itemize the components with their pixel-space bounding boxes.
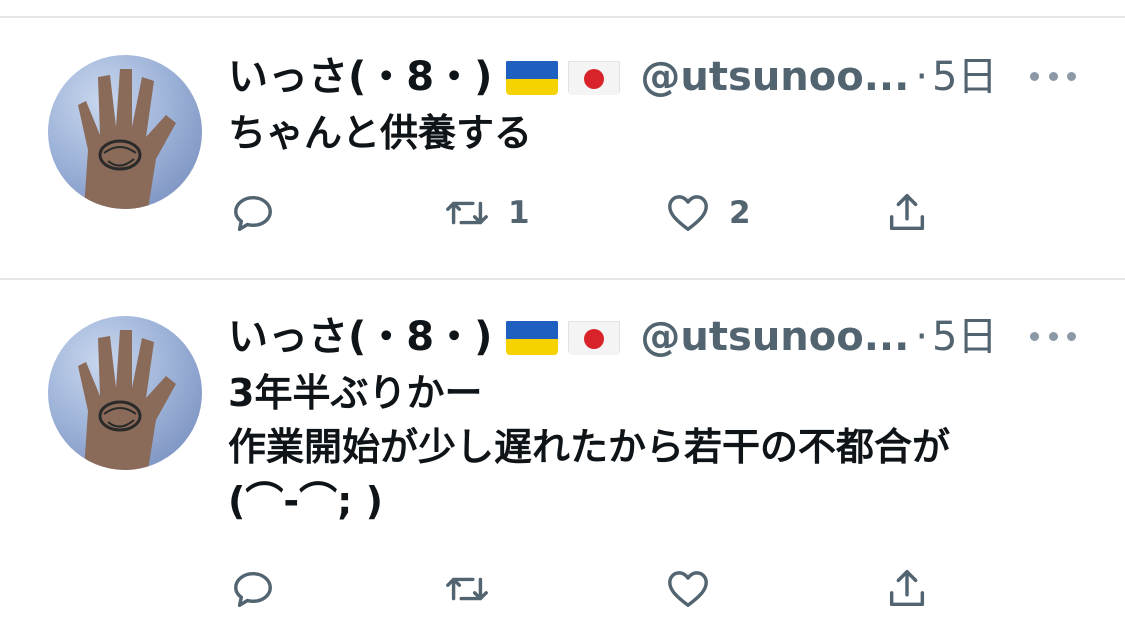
avatar-hand-image [78,330,176,470]
tweet-text-line: 3年半ぶりかー [228,371,483,415]
tweet-header: いっさ(・8・) @utsunoo... · 5日 [228,312,997,362]
display-name[interactable]: いっさ(・8・) [228,312,492,362]
japan-flag-icon [568,319,621,355]
retweet-icon [446,201,488,225]
handle[interactable]: @utsunoo... [640,312,909,362]
retweet-button[interactable] [444,566,508,612]
handle[interactable]: @utsunoo... [640,52,909,102]
like-button[interactable]: 2 [665,190,751,236]
tweet-text-line: (⌒-⌒; ) [228,479,383,523]
timeline: いっさ(・8・) @utsunoo... · 5日 ちゃんと供養する 1 2 い… [0,0,1125,627]
tweet[interactable]: いっさ(・8・) @utsunoo... · 5日 3年半ぶりかー 作業開始が少… [0,280,1125,627]
separator-dot: · [915,54,929,100]
ukraine-flag-icon [506,319,559,355]
share-button[interactable] [884,190,930,236]
share-button[interactable] [884,566,930,612]
tweet-text-line: 作業開始が少し遅れたから若干の不都合が [228,425,951,469]
japan-flag-icon [568,59,621,95]
tweet-text: 3年半ぶりかー 作業開始が少し遅れたから若干の不都合が (⌒-⌒; ) [228,366,950,528]
retweet-count: 1 [508,195,530,231]
heart-icon [668,195,708,232]
avatar-hand-image [78,69,176,209]
tweet-text: ちゃんと供養する [228,106,532,160]
like-count: 2 [729,195,751,231]
tweet-header: いっさ(・8・) @utsunoo... · 5日 [228,52,997,102]
ukraine-flag-icon [506,59,559,95]
reply-icon [234,571,272,608]
display-name[interactable]: いっさ(・8・) [228,52,492,102]
timestamp[interactable]: 5日 [932,312,997,362]
avatar[interactable] [48,316,202,470]
timestamp[interactable]: 5日 [932,52,997,102]
reply-icon [234,195,272,232]
reply-button[interactable] [230,566,294,612]
reply-button[interactable] [230,190,294,236]
tweet-text-line: ちゃんと供養する [228,111,533,155]
heart-icon [668,571,708,608]
share-icon [889,194,925,231]
tweet[interactable]: いっさ(・8・) @utsunoo... · 5日 ちゃんと供養する 1 2 [0,0,1125,280]
separator-dot: · [915,314,929,360]
avatar[interactable] [48,55,202,209]
more-options-icon[interactable] [1030,326,1076,346]
retweet-icon [446,577,488,601]
more-options-icon[interactable] [1030,66,1076,86]
like-button[interactable] [665,566,729,612]
retweet-button[interactable]: 1 [444,190,530,236]
share-icon [889,570,925,607]
